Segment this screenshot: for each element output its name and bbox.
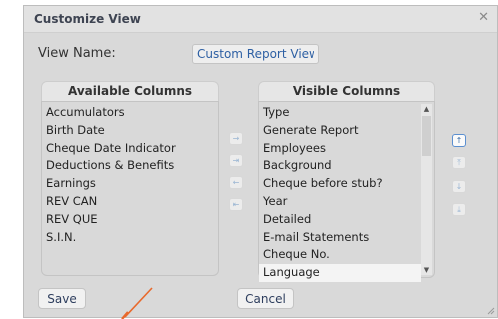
visible-columns-header: Visible Columns [258, 81, 435, 101]
visible-columns-scrollbar[interactable]: ▲ ▼ [421, 104, 432, 275]
move-top-button[interactable]: ⤒ [452, 156, 466, 169]
cancel-button[interactable]: Cancel [237, 288, 294, 309]
move-all-left-button[interactable]: ⇤ [229, 198, 243, 211]
move-left-button[interactable]: ← [229, 176, 243, 189]
close-icon[interactable]: ✕ [478, 10, 489, 25]
move-bottom-icon: ⤓ [457, 205, 461, 214]
move-right-button[interactable]: → [229, 132, 243, 145]
move-left-icon: ← [232, 178, 240, 187]
list-item[interactable]: Deductions & Benefits [42, 157, 218, 175]
visible-columns-list[interactable]: Type Generate Report Employees Backgroun… [258, 101, 435, 282]
list-item[interactable]: E-mail Statements [259, 229, 421, 247]
available-columns-header: Available Columns [41, 81, 219, 101]
list-item[interactable]: Detailed [259, 211, 421, 229]
list-item[interactable]: Type [259, 104, 421, 122]
list-item[interactable]: Employees [259, 140, 421, 158]
move-all-right-button[interactable]: ⇥ [229, 154, 243, 167]
scroll-down-icon[interactable]: ▼ [421, 265, 432, 275]
move-down-button[interactable]: ↓ [452, 180, 466, 193]
list-item[interactable]: Birth Date [42, 122, 218, 140]
move-bottom-button[interactable]: ⤓ [452, 203, 466, 216]
list-item[interactable]: Earnings [42, 175, 218, 193]
move-up-icon: ↑ [455, 136, 463, 145]
dialog-title: Customize View [34, 12, 141, 26]
scroll-up-icon[interactable]: ▲ [421, 104, 432, 114]
move-down-icon: ↓ [455, 182, 463, 191]
list-item[interactable]: Cheque No. [259, 246, 421, 264]
dialog-titlebar[interactable]: Customize View ✕ [24, 6, 497, 33]
list-item[interactable]: Cheque before stub? [259, 175, 421, 193]
scroll-thumb[interactable] [422, 116, 431, 156]
move-all-right-icon: ⇥ [232, 156, 240, 165]
list-item[interactable]: Generate Report [259, 122, 421, 140]
view-name-label: View Name: [38, 46, 116, 61]
list-item[interactable]: S.I.N. [42, 229, 218, 247]
list-item[interactable]: REV QUE [42, 211, 218, 229]
move-top-icon: ⤒ [457, 158, 461, 167]
list-item-selected[interactable]: Language [259, 264, 421, 282]
view-name-input[interactable] [192, 44, 319, 64]
customize-view-dialog: Customize View ✕ View Name: Available Co… [23, 5, 498, 318]
available-columns-list[interactable]: Accumulators Birth Date Cheque Date Indi… [41, 101, 219, 276]
move-all-left-icon: ⇤ [232, 200, 240, 209]
list-item[interactable]: REV CAN [42, 193, 218, 211]
list-item[interactable]: Cheque Date Indicator [42, 140, 218, 158]
list-item[interactable]: Year [259, 193, 421, 211]
resize-grip-icon[interactable] [487, 307, 495, 315]
save-button[interactable]: Save [38, 288, 86, 309]
list-item[interactable]: Accumulators [42, 104, 218, 122]
move-right-icon: → [232, 134, 240, 143]
move-up-button[interactable]: ↑ [452, 134, 466, 147]
list-item[interactable]: Background [259, 157, 421, 175]
annotation-arrow-icon [121, 287, 153, 319]
